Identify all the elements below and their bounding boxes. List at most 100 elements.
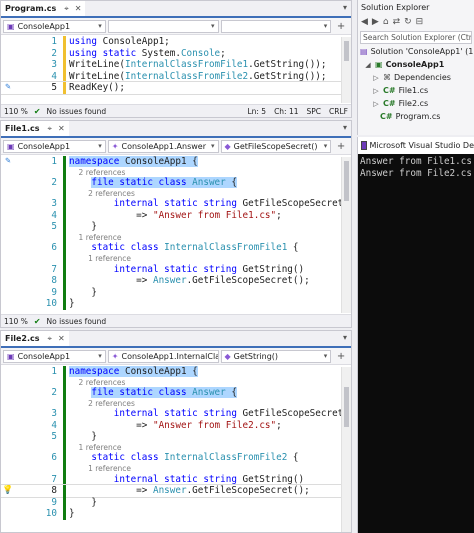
member-combo[interactable]: ▾ bbox=[220, 19, 332, 33]
tree-item-dependencies[interactable]: ▷ ⌘ Dependencies bbox=[358, 71, 474, 84]
code-line[interactable]: 10 } bbox=[1, 508, 351, 520]
refresh-icon[interactable]: ↻ bbox=[404, 17, 412, 27]
type-combo[interactable]: ▾ bbox=[107, 19, 219, 33]
type-combo[interactable]: ✦ ConsoleApp1.InternalCla ▾ bbox=[107, 349, 219, 363]
tab-list-dropdown-icon[interactable]: ▾ bbox=[343, 333, 347, 342]
code-line[interactable]: 1 namespace ConsoleApp1 { bbox=[1, 366, 351, 378]
tab-file1-cs[interactable]: File1.cs ⌖ ✕ bbox=[1, 121, 69, 136]
code-line-current[interactable]: ✎ 5 ReadKey(); bbox=[1, 81, 351, 95]
close-icon[interactable]: ✕ bbox=[58, 334, 65, 343]
back-icon[interactable]: ◀ bbox=[361, 17, 368, 27]
code-area[interactable]: ✎ 1 namespace ConsoleApp1 { 2 references… bbox=[1, 155, 351, 310]
line-number: 4 bbox=[51, 209, 57, 221]
code-line[interactable]: 3 internal static string GetFileScopeSec… bbox=[1, 408, 351, 420]
code-area[interactable]: 1 using ConsoleApp1; 2 using static Syst… bbox=[1, 35, 351, 95]
codelens-references[interactable]: 1 reference bbox=[79, 443, 122, 452]
vertical-scrollbar[interactable] bbox=[341, 157, 351, 313]
scrollbar-thumb[interactable] bbox=[344, 41, 349, 61]
zoom-level[interactable]: 110 % bbox=[4, 317, 28, 326]
code-line[interactable]: 1 using ConsoleApp1; bbox=[1, 36, 351, 48]
tree-item-file1[interactable]: ▷ C# File1.cs bbox=[358, 84, 474, 97]
type-combo[interactable]: ✦ ConsoleApp1.Answer ▾ bbox=[107, 139, 219, 153]
code-line[interactable]: 2 file static class Answer { bbox=[1, 177, 351, 189]
split-editor-icon[interactable]: + bbox=[333, 140, 349, 153]
lightbulb-icon[interactable]: 💡 bbox=[1, 485, 15, 497]
scrollbar-thumb[interactable] bbox=[344, 387, 349, 427]
split-editor-icon[interactable]: + bbox=[333, 20, 349, 33]
project-combo[interactable]: ▣ ConsoleApp1 ▾ bbox=[3, 139, 106, 153]
quick-actions-brush-icon[interactable]: ✎ bbox=[1, 156, 15, 168]
codelens-references[interactable]: 2 references bbox=[79, 168, 126, 177]
code-line[interactable]: 6 static class InternalClassFromFile2 { bbox=[1, 452, 351, 464]
code-line[interactable]: 3 WriteLine(InternalClassFromFile1.GetSt… bbox=[1, 59, 351, 71]
chevron-right-icon[interactable]: ▷ bbox=[372, 74, 380, 82]
char-indicator[interactable]: Ch: 11 bbox=[274, 107, 298, 116]
code-line[interactable]: ✎ 1 namespace ConsoleApp1 { bbox=[1, 156, 351, 168]
code-line[interactable]: 7 internal static string GetString() bbox=[1, 473, 351, 486]
code-line[interactable]: 9 } bbox=[1, 496, 351, 509]
issues-status[interactable]: No issues found bbox=[47, 107, 107, 116]
project-combo[interactable]: ▣ ConsoleApp1 ▾ bbox=[3, 19, 106, 33]
editor-program-cs[interactable]: Program.cs ⌖ ✕ ▾ ▣ ConsoleApp1 ▾ ▾ ▾ + 1… bbox=[0, 0, 352, 118]
debug-console-window[interactable]: Microsoft Visual Studio De Answer from F… bbox=[357, 137, 474, 533]
vertical-scrollbar[interactable] bbox=[341, 37, 351, 103]
code-line[interactable]: 5 } bbox=[1, 221, 351, 233]
close-icon[interactable]: ✕ bbox=[75, 4, 82, 13]
codelens-references[interactable]: 1 reference bbox=[88, 254, 131, 263]
editor-file2-cs[interactable]: File2.cs ⌖ ✕ ▾ ▣ ConsoleApp1 ▾ ✦ Console… bbox=[0, 330, 352, 533]
chevron-right-icon[interactable]: ▷ bbox=[372, 87, 380, 95]
sync-icon[interactable]: ⇄ bbox=[393, 17, 401, 27]
chevron-right-icon[interactable]: ▷ bbox=[372, 100, 380, 108]
quick-actions-brush-icon[interactable]: ✎ bbox=[1, 82, 15, 94]
code-line[interactable]: 6 static class InternalClassFromFile1 { bbox=[1, 242, 351, 254]
solution-search-input[interactable]: Search Solution Explorer (Ctrl+;) bbox=[360, 31, 472, 44]
code-line[interactable]: 2 file static class Answer { bbox=[1, 387, 351, 399]
zoom-level[interactable]: 110 % bbox=[4, 107, 28, 116]
tree-item-solution[interactable]: ▤ Solution 'ConsoleApp1' (1 bbox=[358, 45, 474, 58]
home-icon[interactable]: ⌂ bbox=[383, 17, 389, 27]
code-line[interactable]: 4 => "Answer from File2.cs"; bbox=[1, 419, 351, 432]
editor-file1-cs[interactable]: File1.cs ⌖ ✕ ▾ ▣ ConsoleApp1 ▾ ✦ Console… bbox=[0, 120, 352, 328]
close-icon[interactable]: ✕ bbox=[58, 124, 65, 133]
code-line[interactable]: 5 } bbox=[1, 431, 351, 443]
code-line[interactable]: 3 internal static string GetFileScopeSec… bbox=[1, 198, 351, 210]
line-ending[interactable]: CRLF bbox=[329, 107, 348, 116]
code-text: WriteLine(InternalClassFromFile2.GetStri… bbox=[69, 70, 327, 82]
scrollbar-thumb[interactable] bbox=[344, 161, 349, 201]
project-combo[interactable]: ▣ ConsoleApp1 ▾ bbox=[3, 349, 106, 363]
code-line[interactable]: 7 internal static string GetString() bbox=[1, 263, 351, 276]
codelens-references[interactable]: 2 references bbox=[88, 399, 135, 408]
tab-file2-cs[interactable]: File2.cs ⌖ ✕ bbox=[1, 331, 69, 346]
tree-item-project[interactable]: ◢ ▣ ConsoleApp1 bbox=[358, 58, 474, 71]
pin-icon[interactable]: ⌖ bbox=[64, 4, 69, 14]
codelens-references[interactable]: 2 references bbox=[88, 189, 135, 198]
member-combo[interactable]: ◆ GetString() ▾ bbox=[220, 349, 332, 363]
code-line[interactable]: 4 => "Answer from File1.cs"; bbox=[1, 209, 351, 222]
member-combo[interactable]: ◆ GetFileScopeSecret() ▾ bbox=[220, 139, 332, 153]
code-line[interactable]: 9 } bbox=[1, 286, 351, 299]
whitespace-mode[interactable]: SPC bbox=[307, 107, 322, 116]
code-line-current[interactable]: 💡 8 => Answer.GetFileScopeSecret(); bbox=[1, 484, 351, 498]
collapse-all-icon[interactable]: ⊟ bbox=[416, 17, 424, 27]
code-line[interactable]: 8 => Answer.GetFileScopeSecret(); bbox=[1, 275, 351, 287]
vertical-scrollbar[interactable] bbox=[341, 367, 351, 532]
line-indicator[interactable]: Ln: 5 bbox=[247, 107, 266, 116]
tab-program-cs[interactable]: Program.cs ⌖ ✕ bbox=[1, 1, 86, 16]
pin-icon[interactable]: ⌖ bbox=[47, 334, 52, 344]
pin-icon[interactable]: ⌖ bbox=[47, 124, 52, 134]
chevron-down-icon[interactable]: ◢ bbox=[364, 61, 372, 69]
code-area[interactable]: 1 namespace ConsoleApp1 { 2 references 2… bbox=[1, 365, 351, 520]
code-line[interactable]: 2 using static System.Console; bbox=[1, 47, 351, 60]
code-line[interactable]: 4 WriteLine(InternalClassFromFile2.GetSt… bbox=[1, 70, 351, 83]
code-line[interactable]: 10 } bbox=[1, 298, 351, 310]
tab-list-dropdown-icon[interactable]: ▾ bbox=[343, 123, 347, 132]
tree-item-file2[interactable]: ▷ C# File2.cs bbox=[358, 97, 474, 110]
tree-item-program[interactable]: C# Program.cs bbox=[358, 110, 474, 123]
split-editor-icon[interactable]: + bbox=[333, 350, 349, 363]
codelens-references[interactable]: 2 references bbox=[79, 378, 126, 387]
issues-status[interactable]: No issues found bbox=[47, 317, 107, 326]
codelens-references[interactable]: 1 reference bbox=[88, 464, 131, 473]
tab-list-dropdown-icon[interactable]: ▾ bbox=[343, 3, 347, 12]
forward-icon[interactable]: ▶ bbox=[372, 17, 379, 27]
codelens-references[interactable]: 1 reference bbox=[79, 233, 122, 242]
